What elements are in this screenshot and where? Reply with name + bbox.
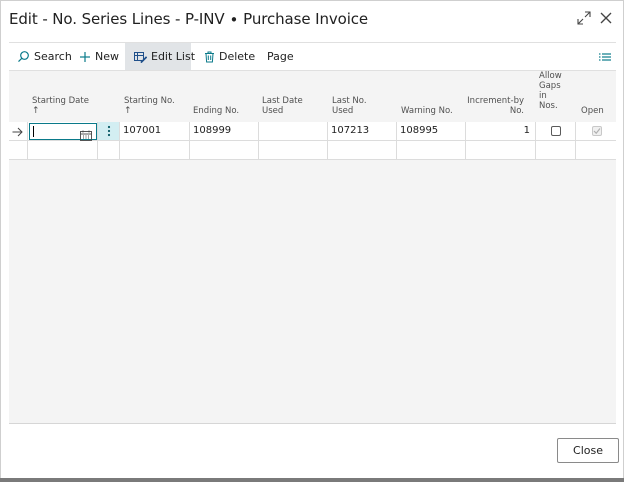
last-date-used-cell (259, 141, 328, 160)
window-bottom-edge (0, 478, 624, 482)
search-button[interactable]: Search (17, 43, 72, 70)
edit-dialog: Edit - No. Series Lines - P-INV ∙ Purcha… (0, 0, 624, 482)
page-menu-button[interactable]: Page (267, 43, 294, 70)
edit-list-label: Edit List (151, 50, 196, 63)
col-header-last-date-used[interactable]: Last Date Used (262, 96, 303, 116)
col-header-starting-date[interactable]: Starting Date ↑ (32, 96, 89, 116)
no-series-lines-grid: Starting Date ↑ Starting No. ↑ Ending No… (9, 71, 616, 424)
row-indicator-cell (9, 141, 28, 160)
col-header-increment-by-no[interactable]: Increment-by No. (464, 96, 524, 116)
arrow-right-icon (12, 126, 23, 140)
trash-icon (204, 51, 215, 63)
delete-button[interactable]: Delete (204, 43, 255, 70)
col-header-open[interactable]: Open (581, 106, 604, 116)
action-toolbar: Search New Edit List Delete Page (9, 42, 616, 71)
col-header-warning-no[interactable]: Warning No. (401, 106, 453, 116)
row-indicator-cell (9, 122, 28, 141)
ending-no-cell[interactable] (190, 141, 259, 160)
col-header-allow-gaps[interactable]: Allow Gaps in Nos. (539, 71, 562, 111)
col-header-starting-no[interactable]: Starting No. ↑ (124, 96, 175, 116)
search-icon (17, 50, 30, 63)
table-row[interactable]: 107001 108999 107213 108995 1 (9, 122, 616, 141)
open-cell (576, 141, 616, 160)
last-no-used-cell[interactable] (328, 141, 397, 160)
open-checkbox (592, 126, 602, 136)
increment-by-no-cell[interactable] (466, 141, 536, 160)
page-title: Edit - No. Series Lines - P-INV ∙ Purcha… (9, 10, 369, 28)
close-button[interactable]: Close (557, 438, 619, 463)
last-date-used-cell (259, 122, 328, 141)
text-caret (33, 126, 34, 137)
new-button[interactable]: New (79, 43, 119, 70)
starting-date-input[interactable] (29, 123, 97, 141)
row-actions-button[interactable] (98, 122, 120, 141)
allow-gaps-cell[interactable] (536, 141, 576, 160)
allow-gaps-checkbox[interactable] (551, 126, 561, 136)
increment-by-no-cell[interactable]: 1 (466, 122, 536, 141)
page-label: Page (267, 50, 294, 63)
plus-icon (79, 51, 91, 63)
more-vertical-icon (107, 122, 111, 141)
edit-list-button[interactable]: Edit List (125, 43, 195, 70)
ending-no-cell[interactable]: 108999 (190, 122, 259, 141)
close-icon[interactable] (598, 10, 616, 28)
warning-no-cell[interactable] (397, 141, 466, 160)
expand-icon[interactable] (576, 10, 594, 28)
warning-no-cell[interactable]: 108995 (397, 122, 466, 141)
open-cell (576, 122, 616, 141)
starting-no-cell[interactable] (120, 141, 190, 160)
delete-label: Delete (219, 50, 256, 63)
col-header-ending-no[interactable]: Ending No. (193, 106, 239, 116)
sort-ascending-icon: ↑ (124, 106, 132, 116)
col-header-last-no-used[interactable]: Last No. Used (332, 96, 367, 116)
table-row[interactable] (9, 141, 616, 160)
list-menu-icon[interactable] (598, 49, 612, 63)
last-no-used-cell[interactable]: 107213 (328, 122, 397, 141)
sort-ascending-icon: ↑ (32, 106, 40, 116)
search-label: Search (34, 50, 72, 63)
new-label: New (95, 50, 119, 63)
allow-gaps-cell (536, 122, 576, 141)
row-actions-cell (98, 141, 120, 160)
edit-list-icon (134, 51, 147, 63)
starting-date-cell[interactable] (28, 141, 98, 160)
starting-no-cell[interactable]: 107001 (120, 122, 190, 141)
